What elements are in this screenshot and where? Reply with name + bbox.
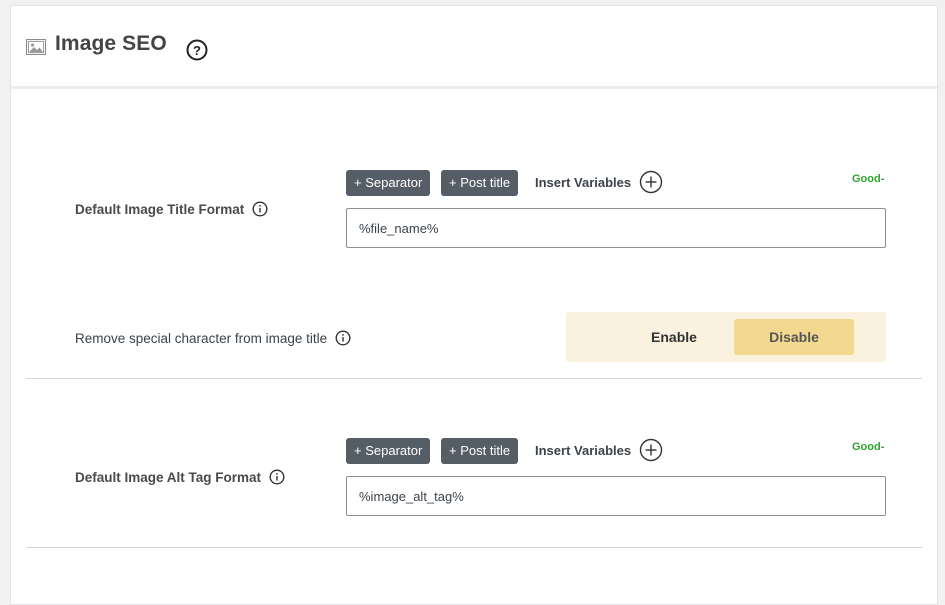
- info-icon[interactable]: [269, 469, 285, 485]
- svg-text:?: ?: [193, 43, 201, 58]
- image-seo-panel: Image SEO ? Default Image Title Format +…: [10, 5, 938, 605]
- info-icon[interactable]: [335, 330, 351, 346]
- page-title: Image SEO: [55, 32, 167, 55]
- insert-variables-label: Insert Variables: [535, 442, 632, 458]
- plus-circle-icon[interactable]: [639, 170, 663, 194]
- image-icon: [26, 39, 46, 55]
- insert-variables-label: Insert Variables: [535, 174, 632, 190]
- alt-format-input[interactable]: [346, 476, 886, 516]
- enable-button[interactable]: Enable: [614, 319, 734, 355]
- alt-format-label-row: Default Image Alt Tag Format: [75, 469, 285, 485]
- post-title-button[interactable]: + Post title: [441, 170, 519, 196]
- title-format-label: Default Image Title Format: [75, 201, 245, 217]
- plus-circle-icon[interactable]: [639, 438, 663, 462]
- post-title-button[interactable]: + Post title: [441, 438, 519, 464]
- separator-button[interactable]: + Separator: [346, 438, 431, 464]
- title-format-label-row: Default Image Title Format: [75, 201, 268, 217]
- alt-format-status: Good-: [852, 441, 885, 453]
- separator-button[interactable]: + Separator: [346, 170, 431, 196]
- title-format-status: Good-: [852, 173, 885, 185]
- insert-variables-button[interactable]: Insert Variables: [535, 170, 663, 194]
- question-circle-icon[interactable]: ?: [186, 39, 208, 61]
- special-char-label-row: Remove special character from image titl…: [75, 330, 351, 346]
- insert-variables-button[interactable]: Insert Variables: [535, 438, 663, 462]
- special-char-toggle: Enable Disable: [566, 312, 886, 362]
- section-divider: [26, 547, 922, 548]
- title-format-input[interactable]: [346, 208, 886, 248]
- disable-button[interactable]: Disable: [734, 319, 854, 355]
- panel-header: Image SEO ?: [11, 6, 937, 89]
- special-char-label: Remove special character from image titl…: [75, 330, 328, 346]
- alt-format-label: Default Image Alt Tag Format: [75, 469, 262, 485]
- info-icon[interactable]: [252, 201, 268, 217]
- section-divider: [26, 378, 922, 379]
